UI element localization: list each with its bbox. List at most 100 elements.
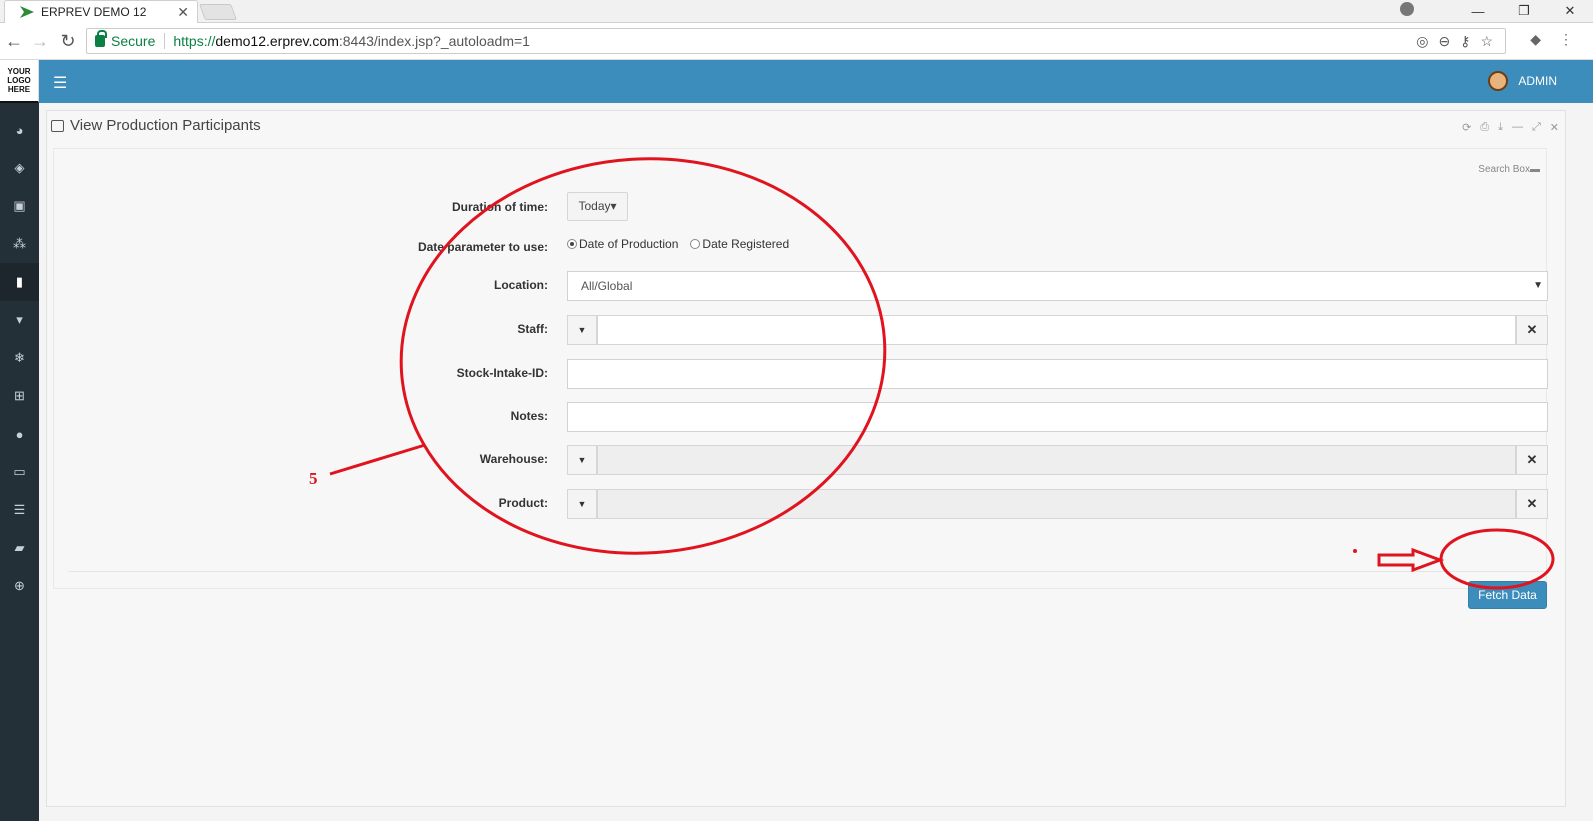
bookmark-star-icon[interactable]: ☆ bbox=[1480, 33, 1493, 50]
key-icon[interactable]: ⚷ bbox=[1460, 33, 1470, 50]
tab-title: ERPREV DEMO 12 bbox=[41, 5, 147, 19]
stock-intake-row: Stock-Intake-ID: bbox=[54, 359, 1548, 389]
staff-label: Staff: bbox=[517, 322, 548, 336]
date-param-radio-group: Date of Production Date Registered bbox=[567, 237, 789, 251]
tag-icon[interactable]: ◈ bbox=[0, 149, 39, 187]
app-header: ☰ ADMIN bbox=[39, 60, 1593, 103]
form-divider bbox=[68, 571, 1548, 572]
radio-dot[interactable] bbox=[567, 239, 577, 249]
cart-icon[interactable]: ⊞ bbox=[0, 377, 39, 415]
snowflake-icon[interactable]: ❄ bbox=[0, 339, 39, 377]
date-param-label: Date parameter to use: bbox=[417, 240, 548, 254]
url-input[interactable]: Secure https://demo12.erprev.com:8443/in… bbox=[86, 28, 1506, 54]
url-path: :8443/index.jsp?_autoloadm=1 bbox=[338, 33, 530, 49]
warehouse-input[interactable] bbox=[597, 445, 1516, 475]
secure-label: Secure bbox=[111, 33, 166, 49]
warehouse-label: Warehouse: bbox=[479, 452, 548, 466]
lifebuoy-icon[interactable]: ⊕ bbox=[0, 567, 39, 605]
extension-icon[interactable]: ◆ bbox=[1530, 31, 1541, 48]
notes-input[interactable] bbox=[567, 402, 1548, 432]
url-host: demo12.erprev.com bbox=[215, 33, 339, 49]
radio-date-of-production[interactable]: Date of Production bbox=[567, 237, 678, 251]
warehouse-dropdown-button[interactable]: ▼ bbox=[567, 445, 597, 475]
document-icon[interactable]: ▮ bbox=[0, 263, 39, 301]
monitor-icon[interactable]: ▭ bbox=[0, 453, 39, 491]
location-select[interactable]: All/Global ▼ bbox=[567, 271, 1548, 301]
duration-label: Duration of time: bbox=[452, 200, 548, 214]
notes-row: Notes: bbox=[54, 402, 1548, 432]
book-icon[interactable]: ▰ bbox=[0, 529, 39, 567]
back-icon[interactable]: ← bbox=[4, 31, 24, 52]
user-name: ADMIN bbox=[1518, 74, 1557, 88]
radio-label: Date Registered bbox=[702, 237, 790, 251]
staff-dropdown-button[interactable]: ▼ bbox=[567, 315, 597, 345]
staff-input[interactable] bbox=[597, 315, 1516, 345]
location-icon[interactable]: ◎ bbox=[1416, 33, 1428, 50]
money-icon[interactable]: ▣ bbox=[0, 187, 39, 225]
globe-icon[interactable]: ● bbox=[0, 415, 39, 453]
dashboard-icon[interactable]: ◕ bbox=[0, 111, 39, 149]
radio-label: Date of Production bbox=[579, 237, 679, 251]
stock-intake-label: Stock-Intake-ID: bbox=[456, 366, 548, 380]
window-controls: — ❐ ✕ bbox=[1455, 0, 1593, 22]
main-content: View Production Participants ⟳ ⎙ ⤓ — ⤢ ✕… bbox=[39, 103, 1593, 821]
refresh-icon[interactable]: ⟳ bbox=[1462, 121, 1471, 134]
tab-close-icon[interactable]: ✕ bbox=[177, 4, 189, 21]
address-bar: ← → ↻ Secure https://demo12.erprev.com:8… bbox=[0, 23, 1593, 60]
radio-dot[interactable] bbox=[690, 239, 701, 249]
staff-clear-icon[interactable]: ✕ bbox=[1516, 315, 1548, 345]
staff-row: Staff: ▼ ✕ bbox=[54, 315, 1548, 345]
close-window-icon[interactable]: ✕ bbox=[1547, 3, 1593, 19]
profile-icon[interactable] bbox=[1400, 2, 1414, 16]
panel-title-text: View Production Participants bbox=[70, 117, 261, 134]
extension-icons: ◆ ⋮ bbox=[1530, 31, 1573, 48]
menu-dots-icon[interactable]: ⋮ bbox=[1559, 31, 1573, 48]
duration-value: Today bbox=[578, 199, 611, 213]
print-icon[interactable]: ⎙ bbox=[1480, 121, 1489, 134]
warehouse-row: Warehouse: ▼ ✕ bbox=[54, 445, 1548, 475]
lock-icon bbox=[95, 30, 107, 47]
location-row: Location: All/Global ▼ bbox=[54, 271, 1548, 301]
avatar bbox=[1488, 71, 1509, 91]
product-row: Product: ▼ ✕ bbox=[54, 489, 1548, 519]
radio-date-registered[interactable]: Date Registered bbox=[690, 237, 789, 251]
browser-tab[interactable]: ERPREV DEMO 12 ✕ bbox=[4, 0, 198, 23]
annotation-step-number: 5 bbox=[309, 469, 318, 488]
product-label: Product: bbox=[498, 496, 548, 510]
browser-tabstrip: ERPREV DEMO 12 ✕ — ❐ ✕ bbox=[0, 0, 1593, 23]
download-icon[interactable]: ⤓ bbox=[1498, 121, 1503, 134]
cubes-icon[interactable]: ⁂ bbox=[0, 225, 39, 263]
product-clear-icon[interactable]: ✕ bbox=[1516, 489, 1548, 519]
expand-icon[interactable]: ⤢ bbox=[1532, 121, 1541, 134]
product-input[interactable] bbox=[597, 489, 1516, 519]
chevron-down-icon: ▼ bbox=[1533, 280, 1543, 291]
collapse-icon[interactable]: — bbox=[1512, 121, 1523, 134]
bucket-icon[interactable]: ▾ bbox=[0, 301, 39, 339]
database-icon[interactable]: ☰ bbox=[0, 491, 39, 529]
minimize-icon[interactable]: — bbox=[1455, 4, 1501, 19]
forward-icon[interactable]: → bbox=[30, 31, 50, 52]
panel-title-icon bbox=[51, 119, 64, 132]
stock-intake-input[interactable] bbox=[567, 359, 1548, 389]
duration-dropdown[interactable]: Today▾ bbox=[567, 192, 628, 221]
location-label: Location: bbox=[494, 278, 548, 292]
fetch-data-button[interactable]: Fetch Data bbox=[1468, 581, 1547, 609]
erprev-favicon-icon bbox=[20, 6, 34, 18]
production-participants-panel: View Production Participants ⟳ ⎙ ⤓ — ⤢ ✕… bbox=[46, 110, 1566, 807]
logo[interactable]: YOUR LOGO HERE bbox=[0, 60, 39, 103]
reload-icon[interactable]: ↻ bbox=[58, 31, 78, 52]
restore-icon[interactable]: ❐ bbox=[1501, 3, 1547, 19]
close-panel-icon[interactable]: ✕ bbox=[1550, 121, 1559, 134]
sidebar: YOUR LOGO HERE ◕ ◈ ▣ ⁂ ▮ ▾ ❄ ⊞ ● ▭ ☰ ▰ ⊕ bbox=[0, 60, 39, 821]
product-dropdown-button[interactable]: ▼ bbox=[567, 489, 597, 519]
new-tab-button[interactable] bbox=[199, 4, 237, 20]
notes-label: Notes: bbox=[510, 409, 548, 423]
search-box-header[interactable]: Search Box▬ bbox=[1478, 164, 1540, 175]
sidebar-menu: ◕ ◈ ▣ ⁂ ▮ ▾ ❄ ⊞ ● ▭ ☰ ▰ ⊕ bbox=[0, 103, 39, 605]
hamburger-menu-icon[interactable]: ☰ bbox=[53, 73, 67, 93]
user-menu[interactable]: ADMIN bbox=[1488, 71, 1557, 91]
duration-row: Duration of time: Today▾ bbox=[54, 192, 1548, 222]
warehouse-clear-icon[interactable]: ✕ bbox=[1516, 445, 1548, 475]
zoom-icon[interactable]: ⊖ bbox=[1438, 33, 1450, 50]
logo-line: LOGO bbox=[7, 76, 31, 85]
